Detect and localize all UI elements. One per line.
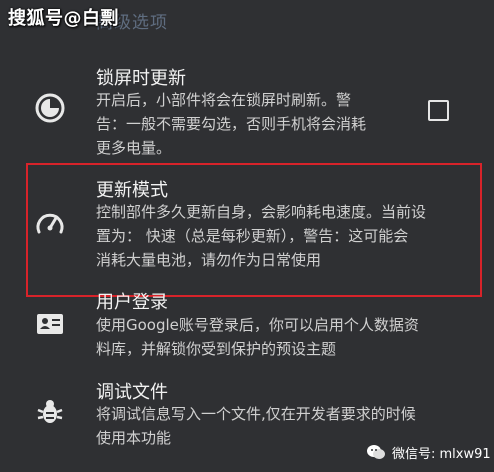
lock-screen-update-checkbox[interactable] — [428, 100, 449, 121]
highlight-box — [26, 163, 482, 297]
bug-icon — [37, 400, 63, 423]
setting-title: 用户登录 — [96, 292, 168, 313]
watermark-bottom-text: 微信号: mlxw91 — [392, 446, 491, 462]
lock-clock-icon — [35, 93, 65, 123]
setting-title: 调试文件 — [96, 382, 168, 403]
account-card-icon — [37, 314, 63, 334]
setting-description: 开启后，小部件将会在锁屏时刷新。警 告：一般不需要勾选，否则手机将会消耗 更多电… — [96, 91, 367, 157]
setting-title: 锁屏时更新 — [96, 68, 186, 89]
wechat-icon — [367, 445, 385, 459]
setting-description: 使用Google账号登录后，你可以启用个人数据资 料库，并解锁你受到保护的预设主… — [96, 316, 419, 358]
watermark-top: 搜狐号@白剽 — [8, 8, 119, 29]
watermark-bottom: 微信号: mlxw91 — [366, 441, 491, 463]
